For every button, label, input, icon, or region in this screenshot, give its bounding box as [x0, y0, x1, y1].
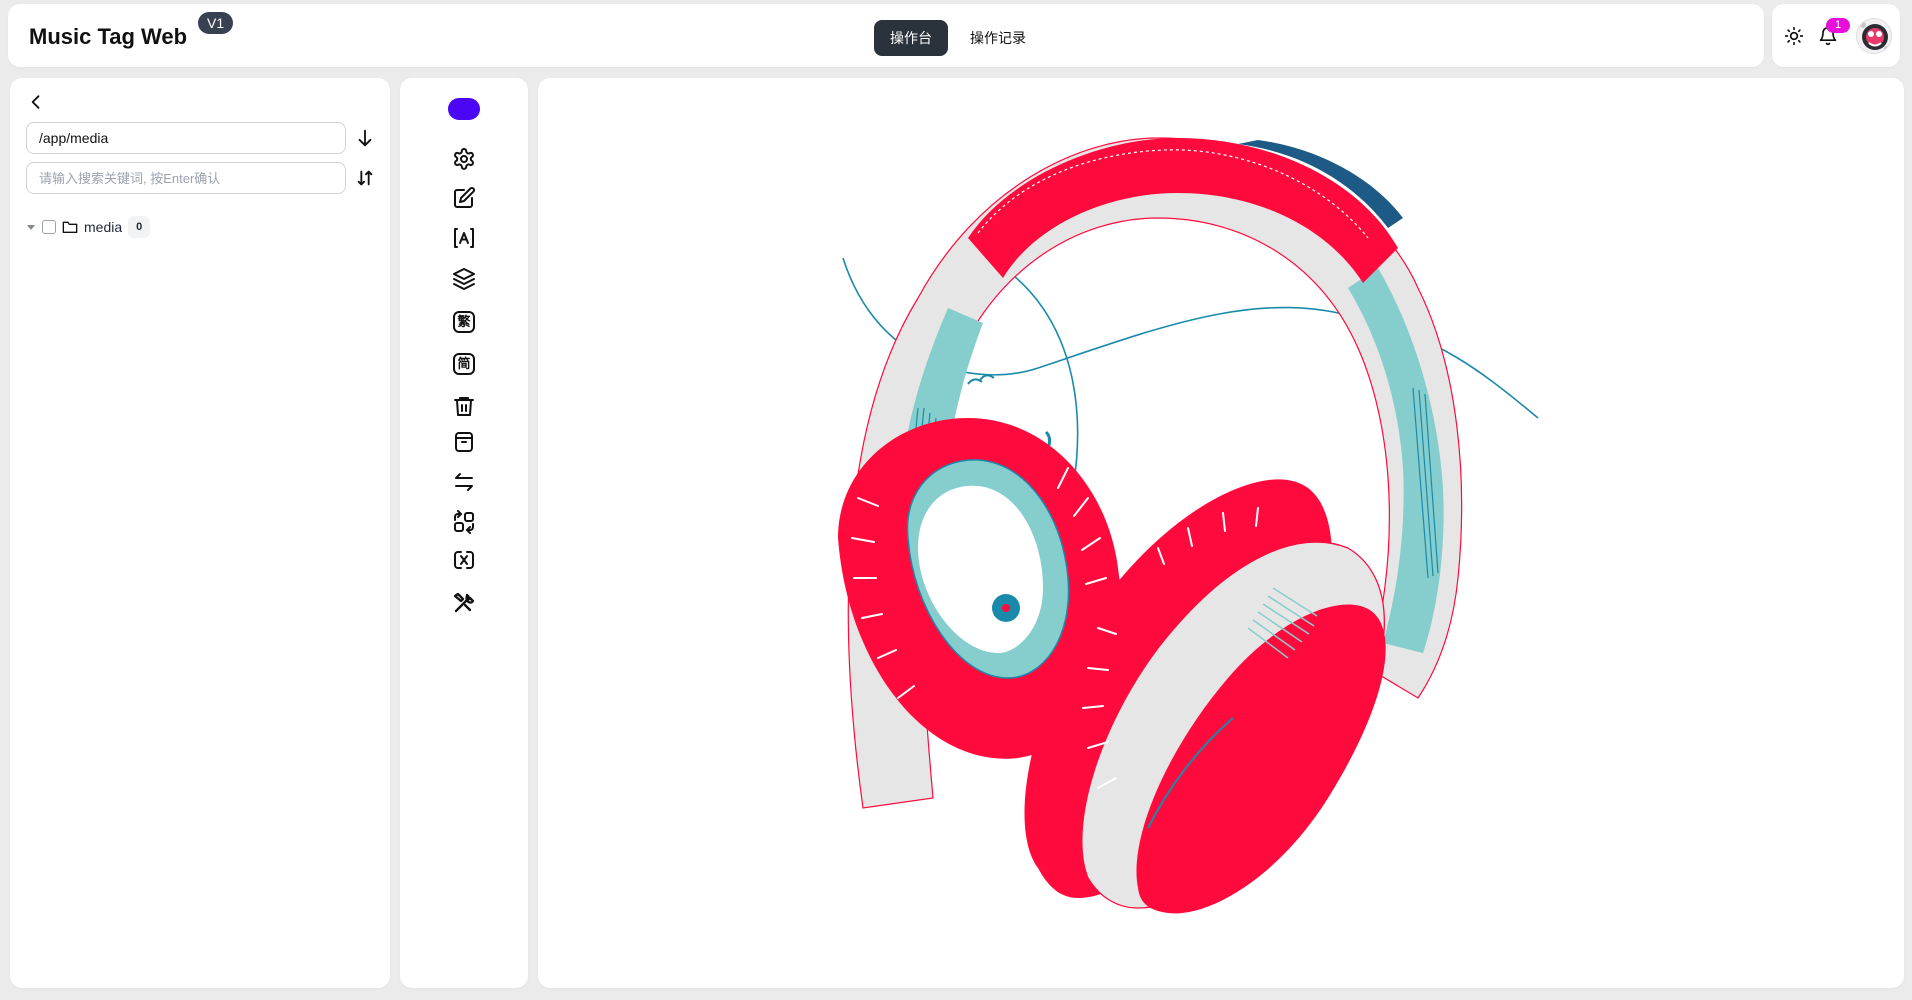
tree-item-label: media	[84, 219, 123, 235]
search-input[interactable]	[26, 162, 346, 194]
layers-icon	[453, 268, 475, 290]
toolbar-indicator[interactable]	[448, 98, 480, 120]
tools-button[interactable]	[451, 590, 477, 616]
arrow-down-icon[interactable]	[354, 127, 376, 149]
unlink-button[interactable]	[451, 547, 477, 573]
headphones-illustration	[838, 137, 1539, 914]
swap-icon	[455, 473, 473, 491]
traditional-chinese-button[interactable]: 繁	[451, 309, 477, 335]
notification-badge: 1	[1826, 18, 1850, 33]
edit-icon	[454, 187, 475, 208]
caret-down-icon[interactable]	[26, 222, 36, 232]
avatar[interactable]	[1856, 18, 1892, 54]
edit-button[interactable]	[451, 185, 477, 211]
back-arrow-icon[interactable]	[26, 92, 46, 112]
version-badge: V1	[198, 12, 234, 34]
layers-button[interactable]	[451, 266, 477, 292]
trash-icon	[454, 397, 474, 416]
app-title: Music Tag Web	[29, 24, 188, 49]
shapes-convert-button[interactable]	[451, 509, 477, 535]
text-recognize-icon	[454, 228, 474, 248]
tools-icon	[453, 592, 475, 613]
app-header: Music Tag Web V1 操作台 操作记录	[8, 4, 1764, 67]
traditional-chinese-icon: 繁	[453, 311, 475, 333]
sort-icon[interactable]	[354, 167, 376, 189]
archive-button[interactable]	[451, 429, 477, 455]
path-input[interactable]	[26, 122, 346, 154]
shapes-convert-icon	[454, 510, 474, 534]
tab-history[interactable]: 操作记录	[954, 20, 1042, 56]
settings-icon	[454, 148, 474, 170]
tree-item-checkbox[interactable]	[42, 220, 56, 234]
main-content	[538, 78, 1904, 988]
text-recognize-button[interactable]	[451, 225, 477, 251]
swap-button[interactable]	[451, 469, 477, 495]
archive-icon	[455, 432, 473, 452]
action-toolbar: 繁 简	[400, 78, 528, 988]
settings-button[interactable]	[451, 146, 477, 172]
link-broken-icon	[454, 551, 474, 569]
folder-icon	[62, 221, 78, 233]
sun-icon[interactable]	[1784, 26, 1804, 46]
file-browser-panel: media 0	[10, 78, 390, 988]
delete-button[interactable]	[451, 393, 477, 419]
tab-console[interactable]: 操作台	[874, 20, 948, 56]
simplified-chinese-icon: 简	[453, 353, 475, 375]
simplified-chinese-button[interactable]: 简	[451, 351, 477, 377]
main-nav: 操作台 操作记录	[874, 20, 1042, 56]
tree-item-count: 0	[128, 216, 151, 238]
header-actions: 1	[1772, 4, 1900, 67]
tree-item-media[interactable]: media 0	[26, 216, 151, 238]
